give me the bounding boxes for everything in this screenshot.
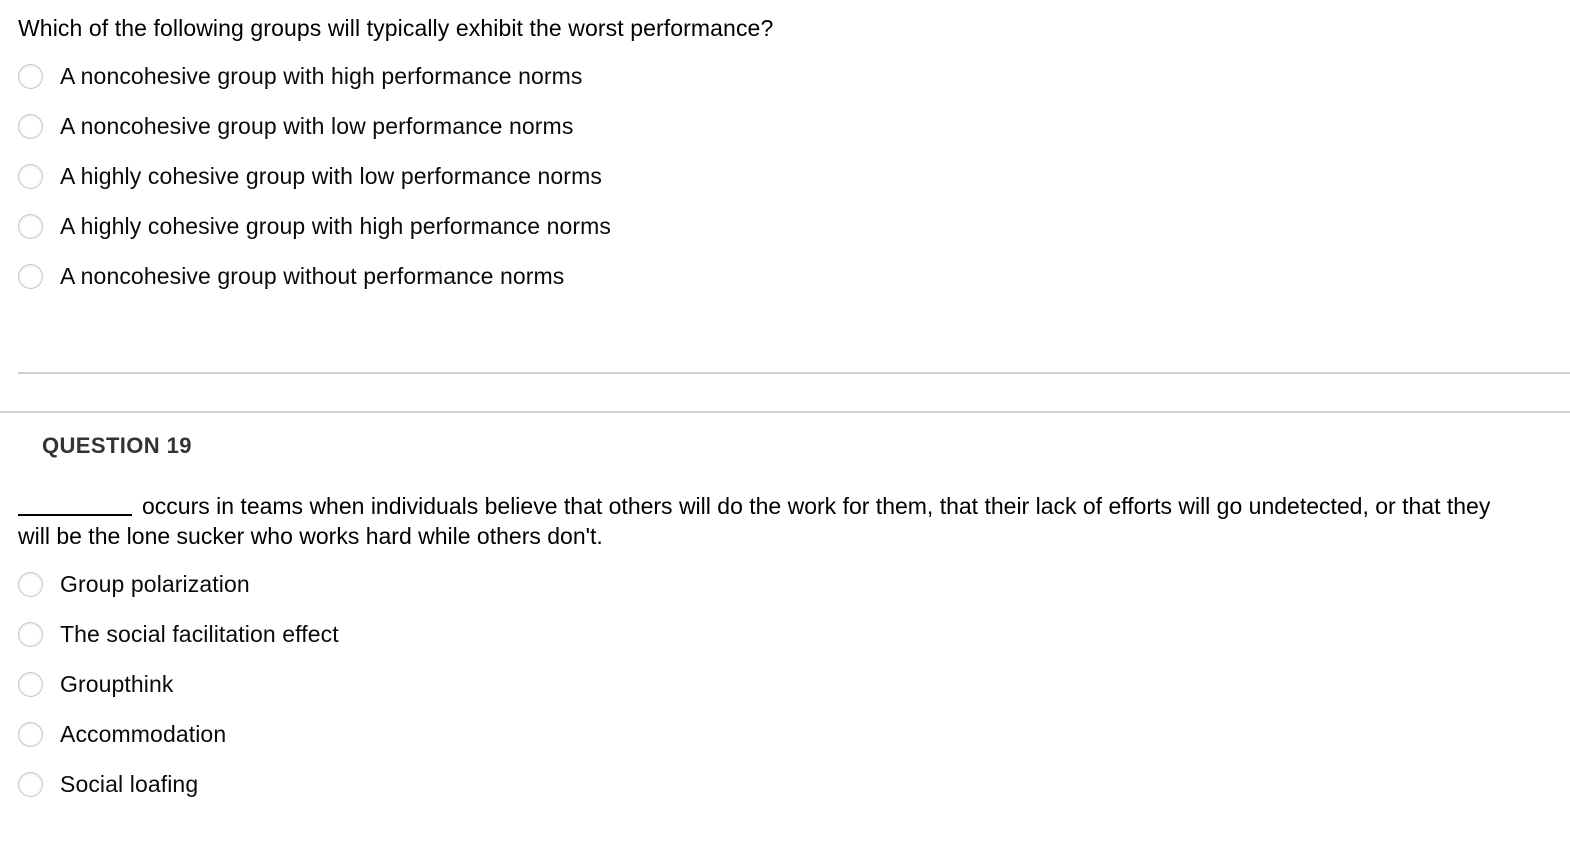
question-19-option-1[interactable]: Group polarization <box>0 559 1570 609</box>
radio-button-icon[interactable] <box>18 113 43 139</box>
question-19-block: QUESTION 19 occurs in teams when individ… <box>0 413 1570 825</box>
quiz-page: Which of the following groups will typic… <box>0 0 1570 852</box>
question-19-option-3-label[interactable]: Groupthink <box>60 671 174 698</box>
question-19-option-5[interactable]: Social loafing <box>0 759 1570 809</box>
question-18-option-4-label[interactable]: A highly cohesive group with high perfor… <box>60 213 611 240</box>
radio-button-icon[interactable] <box>18 771 43 797</box>
radio-button-icon[interactable] <box>18 263 43 289</box>
question-18-block: Which of the following groups will typic… <box>0 0 1570 317</box>
question-19-header: QUESTION 19 <box>42 433 192 458</box>
question-18-option-3[interactable]: A highly cohesive group with low perform… <box>0 151 1570 201</box>
question-19-option-2-label[interactable]: The social facilitation effect <box>60 621 339 648</box>
section-divider-upper <box>18 372 1570 374</box>
question-18-option-1[interactable]: A noncohesive group with high performanc… <box>0 51 1570 101</box>
question-19-option-5-label[interactable]: Social loafing <box>60 771 198 798</box>
question-19-stem-text: occurs in teams when individuals believe… <box>18 493 1491 549</box>
question-18-option-3-label[interactable]: A highly cohesive group with low perform… <box>60 163 602 190</box>
question-18-option-4[interactable]: A highly cohesive group with high perfor… <box>0 201 1570 251</box>
question-19-option-2[interactable]: The social facilitation effect <box>0 609 1570 659</box>
question-18-option-5[interactable]: A noncohesive group without performance … <box>0 251 1570 301</box>
question-18-stem: Which of the following groups will typic… <box>18 15 774 41</box>
question-19-options: Group polarization The social facilitati… <box>0 559 1570 809</box>
radio-button-icon[interactable] <box>18 63 43 89</box>
radio-button-icon[interactable] <box>18 163 43 189</box>
question-19-option-3[interactable]: Groupthink <box>0 659 1570 709</box>
radio-button-icon[interactable] <box>18 671 43 697</box>
question-18-option-1-label[interactable]: A noncohesive group with high performanc… <box>60 63 583 90</box>
question-19-stem: occurs in teams when individuals believe… <box>0 491 1570 551</box>
question-18-option-2-label[interactable]: A noncohesive group with low performance… <box>60 113 573 140</box>
radio-button-icon[interactable] <box>18 621 43 647</box>
question-18-option-5-label[interactable]: A noncohesive group without performance … <box>60 263 564 290</box>
question-19-option-4-label[interactable]: Accommodation <box>60 721 226 748</box>
radio-button-icon[interactable] <box>18 571 43 597</box>
question-19-option-4[interactable]: Accommodation <box>0 709 1570 759</box>
question-19-option-1-label[interactable]: Group polarization <box>60 571 250 598</box>
question-18-options: A noncohesive group with high performanc… <box>0 51 1570 301</box>
question-18-option-2[interactable]: A noncohesive group with low performance… <box>0 101 1570 151</box>
radio-button-icon[interactable] <box>18 721 43 747</box>
radio-button-icon[interactable] <box>18 213 43 239</box>
answer-blank <box>18 494 132 516</box>
